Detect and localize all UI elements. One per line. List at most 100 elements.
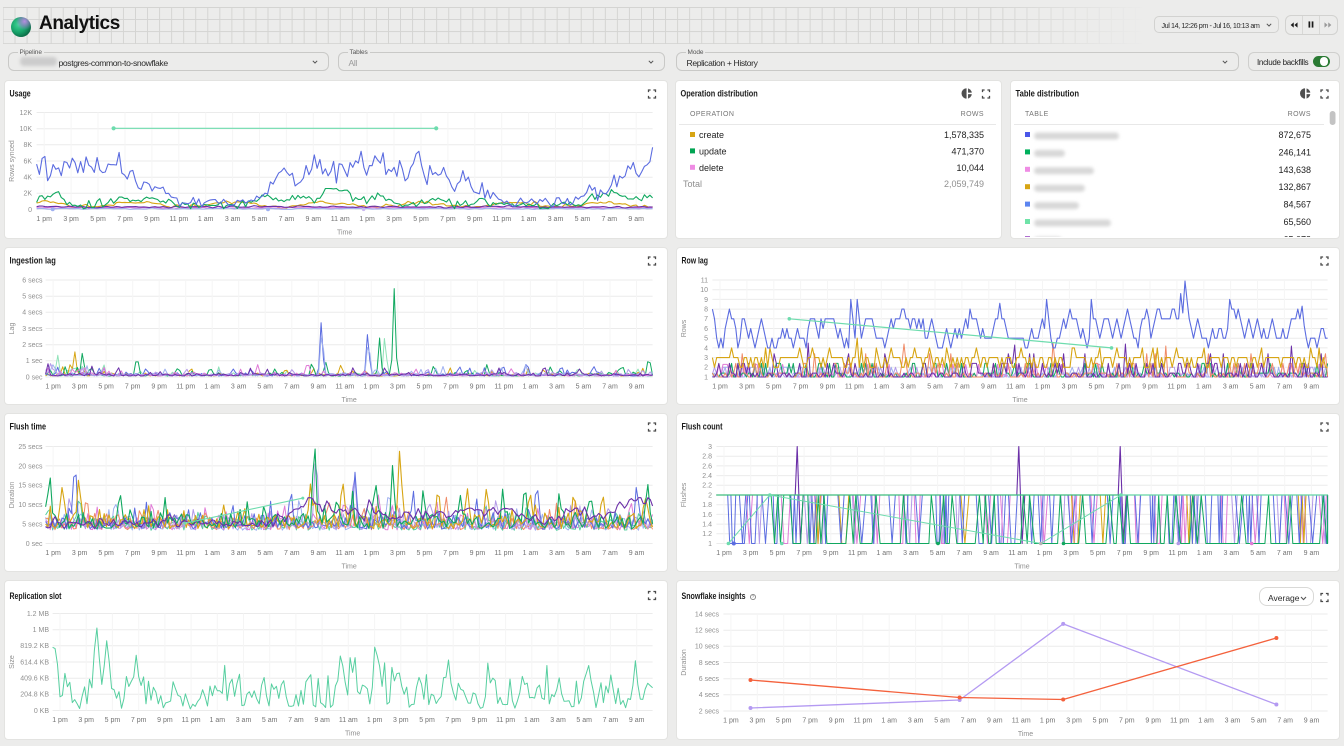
svg-text:5 pm: 5 pm	[98, 383, 114, 390]
svg-text:9: 9	[704, 296, 708, 303]
svg-text:1 pm: 1 pm	[723, 717, 739, 724]
svg-text:Duration: Duration	[681, 649, 688, 676]
svg-text:5 am: 5 am	[575, 216, 591, 223]
svg-text:9 pm: 9 pm	[470, 383, 486, 390]
svg-text:create: create	[699, 130, 724, 140]
svg-text:1 am: 1 am	[204, 383, 220, 390]
svg-text:2.2: 2.2	[702, 483, 712, 490]
svg-text:2.6: 2.6	[702, 463, 712, 470]
svg-text:9 am: 9 am	[629, 550, 645, 557]
svg-text:1 sec: 1 sec	[26, 358, 43, 365]
svg-text:11 pm: 11 pm	[494, 383, 513, 390]
svg-text:5 am: 5 am	[1251, 717, 1267, 724]
svg-text:7 am: 7 am	[956, 550, 972, 557]
svg-text:3 am: 3 am	[236, 717, 252, 724]
svg-text:3 secs: 3 secs	[22, 325, 43, 332]
svg-text:9 pm: 9 pm	[470, 550, 486, 557]
svg-text:614.4 KB: 614.4 KB	[20, 659, 49, 666]
svg-text:5 am: 5 am	[927, 383, 943, 390]
svg-text:9 pm: 9 pm	[467, 216, 483, 223]
svg-text:5 am: 5 am	[1249, 383, 1265, 390]
svg-text:3 pm: 3 pm	[749, 717, 765, 724]
svg-text:3 pm: 3 pm	[72, 383, 88, 390]
svg-text:Time: Time	[337, 230, 352, 237]
svg-text:11 pm: 11 pm	[1167, 383, 1186, 390]
svg-text:9 am: 9 am	[306, 216, 322, 223]
svg-text:1 am: 1 am	[210, 717, 226, 724]
svg-text:0 KB: 0 KB	[34, 707, 50, 714]
svg-text:1 am: 1 am	[198, 216, 214, 223]
svg-text:5 pm: 5 pm	[1090, 550, 1106, 557]
svg-text:3 pm: 3 pm	[742, 550, 758, 557]
svg-text:12K: 12K	[20, 110, 33, 117]
svg-text:7 pm: 7 pm	[125, 550, 141, 557]
svg-text:1.2: 1.2	[702, 531, 712, 538]
svg-text:9 am: 9 am	[1303, 550, 1319, 557]
svg-text:9 pm: 9 pm	[823, 550, 839, 557]
svg-text:0: 0	[28, 207, 32, 214]
svg-text:5 secs: 5 secs	[22, 293, 43, 300]
svg-text:0 sec: 0 sec	[26, 374, 43, 381]
svg-text:1 pm: 1 pm	[52, 717, 68, 724]
svg-text:5 pm: 5 pm	[419, 717, 435, 724]
svg-text:5 pm: 5 pm	[775, 717, 791, 724]
svg-text:7 pm: 7 pm	[802, 717, 818, 724]
svg-text:11 am: 11 am	[335, 383, 354, 390]
svg-text:5 pm: 5 pm	[417, 383, 433, 390]
svg-text:Time: Time	[1017, 731, 1032, 738]
svg-text:4 secs: 4 secs	[22, 309, 43, 316]
svg-text:TABLE: TABLE	[1025, 111, 1049, 118]
svg-text:11 pm: 11 pm	[853, 717, 872, 724]
svg-text:7 pm: 7 pm	[792, 383, 808, 390]
svg-text:132,867: 132,867	[1278, 182, 1311, 192]
svg-text:2: 2	[704, 364, 708, 371]
svg-text:25 secs: 25 secs	[18, 444, 43, 451]
svg-text:10 secs: 10 secs	[694, 643, 719, 650]
svg-text:1 pm: 1 pm	[712, 383, 728, 390]
svg-text:5 am: 5 am	[576, 550, 592, 557]
svg-text:Time: Time	[341, 564, 356, 570]
svg-text:3 pm: 3 pm	[72, 550, 88, 557]
svg-text:3 am: 3 am	[903, 550, 919, 557]
svg-text:1 am: 1 am	[204, 550, 220, 557]
svg-text:9 am: 9 am	[311, 550, 327, 557]
svg-text:3 pm: 3 pm	[1063, 550, 1079, 557]
svg-text:5 am: 5 am	[262, 717, 278, 724]
svg-text:7 pm: 7 pm	[796, 550, 812, 557]
svg-text:1.6: 1.6	[702, 512, 712, 519]
svg-text:9 am: 9 am	[314, 717, 330, 724]
svg-text:7 am: 7 am	[1276, 550, 1292, 557]
svg-text:11 pm: 11 pm	[176, 383, 195, 390]
svg-text:1 am: 1 am	[523, 383, 539, 390]
svg-text:Rows: Rows	[681, 319, 688, 337]
svg-text:3 pm: 3 pm	[1061, 383, 1077, 390]
svg-text:6 secs: 6 secs	[698, 676, 719, 683]
svg-text:3 pm: 3 pm	[63, 216, 79, 223]
svg-text:7 am: 7 am	[960, 717, 976, 724]
svg-text:7 am: 7 am	[602, 216, 618, 223]
svg-text:11 am: 11 am	[331, 216, 350, 223]
svg-text:Flush count: Flush count	[681, 422, 722, 432]
svg-text:5 am: 5 am	[252, 216, 268, 223]
svg-text:Usage: Usage	[10, 89, 31, 99]
svg-text:1 pm: 1 pm	[45, 383, 61, 390]
svg-text:7 am: 7 am	[602, 550, 618, 557]
svg-text:3 pm: 3 pm	[390, 383, 406, 390]
svg-text:9 am: 9 am	[983, 550, 999, 557]
svg-text:11 am: 11 am	[339, 717, 358, 724]
svg-text:3 pm: 3 pm	[739, 383, 755, 390]
svg-text:1.4: 1.4	[702, 522, 712, 529]
svg-text:4: 4	[704, 345, 708, 352]
svg-text:9 am: 9 am	[628, 216, 644, 223]
svg-text:1 am: 1 am	[524, 717, 540, 724]
svg-text:OPERATION: OPERATION	[690, 111, 734, 118]
svg-text:409.6 KB: 409.6 KB	[20, 675, 49, 682]
svg-text:11 pm: 11 pm	[492, 216, 511, 223]
svg-text:delete: delete	[699, 163, 724, 173]
svg-text:7 am: 7 am	[284, 550, 300, 557]
svg-text:1.2 MB: 1.2 MB	[27, 610, 50, 617]
svg-text:3 am: 3 am	[1222, 383, 1238, 390]
svg-text:0 sec: 0 sec	[26, 541, 43, 548]
svg-text:3 pm: 3 pm	[1066, 717, 1082, 724]
svg-text:Rows synced: Rows synced	[9, 140, 16, 182]
